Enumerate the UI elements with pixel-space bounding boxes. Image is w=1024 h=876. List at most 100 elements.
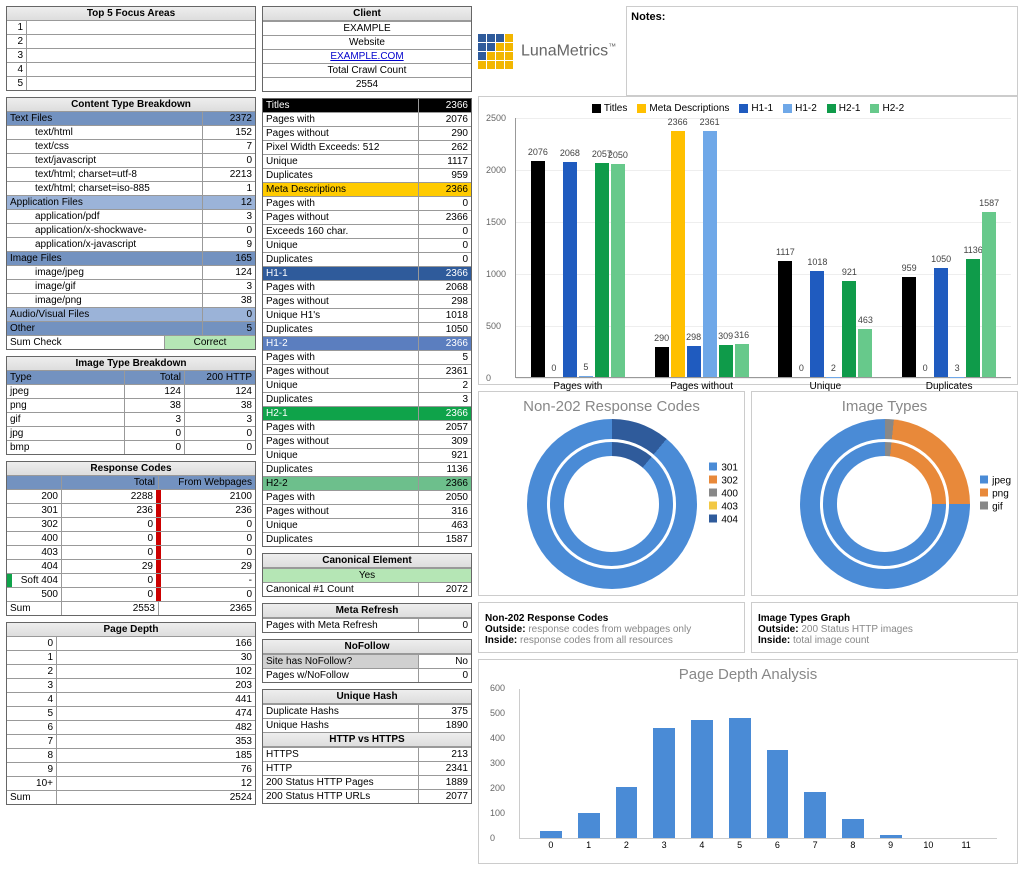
bar-group: 95901050311361587Duplicates bbox=[887, 118, 1011, 377]
donut-img-caption: Image Types Graph Outside: 200 Status HT… bbox=[751, 602, 1018, 653]
depth-level: 4 bbox=[7, 693, 57, 706]
imgtype-row: bmp bbox=[7, 441, 125, 454]
content-subheader: Audio/Visual Files bbox=[7, 308, 203, 321]
donut-img-panel: Image Types jpegpnggif bbox=[751, 391, 1018, 596]
depth-bar: 2 bbox=[616, 787, 638, 838]
http-label: HTTP bbox=[263, 762, 419, 775]
section-row: Pages with bbox=[263, 113, 419, 126]
content-item-val: 0 bbox=[203, 224, 255, 237]
depth-bar: 7 bbox=[804, 792, 826, 838]
content-subheader: Image Files bbox=[7, 252, 203, 265]
section-row: Pages with bbox=[263, 491, 419, 504]
legend-item: 404 bbox=[709, 514, 738, 525]
imgtype-row: gif bbox=[7, 413, 125, 426]
bar: 298 bbox=[687, 346, 701, 377]
canonical-value: 2072 bbox=[419, 583, 471, 596]
bar: 2366 bbox=[671, 131, 685, 377]
hash-dup-value: 375 bbox=[419, 705, 471, 718]
image-type-breakdown: Image Type Breakdown TypeTotal200 HTTPjp… bbox=[6, 356, 256, 455]
section-title: Titles bbox=[263, 99, 419, 112]
section-row: Pages without bbox=[263, 295, 419, 308]
legend-item: png bbox=[980, 488, 1011, 499]
focus-row-cell[interactable] bbox=[27, 77, 255, 90]
section-row: Pages without bbox=[263, 211, 419, 224]
focus-row-num: 2 bbox=[7, 35, 27, 48]
metarefresh-header: Meta Refresh bbox=[263, 604, 471, 618]
content-item: image/jpeg bbox=[7, 266, 203, 279]
bar-group: 207602068520572050Pages with bbox=[516, 118, 640, 377]
lunametrics-logo: LunaMetrics™ bbox=[478, 12, 616, 90]
donut-resp-title: Non-202 Response Codes bbox=[485, 398, 738, 415]
notes-label: Notes: bbox=[631, 11, 665, 23]
hash-block: Unique Hash Duplicate Hashs375 Unique Ha… bbox=[262, 689, 472, 804]
section-row: Pages without bbox=[263, 505, 419, 518]
notes-box[interactable]: Notes: bbox=[626, 6, 1018, 96]
legend-item: gif bbox=[980, 501, 1011, 512]
depth-level: 6 bbox=[7, 721, 57, 734]
bar: 1018 bbox=[810, 271, 824, 377]
bar-group: 29023662982361309316Pages without bbox=[640, 118, 764, 377]
depth-chart: 010020030040050060001234567891011 bbox=[519, 689, 997, 839]
nofollow-site-value: No bbox=[419, 655, 471, 668]
client-block: Client EXAMPLE Website EXAMPLE.COM Total… bbox=[262, 6, 472, 92]
depth-level: 10+ bbox=[7, 777, 57, 790]
section-row: Duplicates bbox=[263, 253, 419, 266]
depth-bar: 9 bbox=[880, 835, 902, 838]
imgtype-row: jpeg bbox=[7, 385, 125, 398]
bar: 463 bbox=[858, 329, 872, 377]
section-row: Pages without bbox=[263, 127, 419, 140]
content-item: application/x-javascript bbox=[7, 238, 203, 251]
section-title: H2-1 bbox=[263, 407, 419, 420]
section-row: Unique bbox=[263, 519, 419, 532]
depth-bar: 4 bbox=[691, 720, 713, 839]
hash-header: Unique Hash bbox=[263, 690, 471, 704]
focus-row-num: 4 bbox=[7, 63, 27, 76]
col-middle: Client EXAMPLE Website EXAMPLE.COM Total… bbox=[262, 6, 472, 870]
focus-row-cell[interactable] bbox=[27, 63, 255, 76]
nofollow-pages-label: Pages w/NoFollow bbox=[263, 669, 419, 682]
section-row: Unique bbox=[263, 379, 419, 392]
bar-group: 1117010182921463Unique bbox=[764, 118, 888, 377]
focus-row-cell[interactable] bbox=[27, 35, 255, 48]
section-row: Unique bbox=[263, 155, 419, 168]
content-subheader: Application Files bbox=[7, 196, 203, 209]
focus-row-num: 3 bbox=[7, 49, 27, 62]
depth-level: 5 bbox=[7, 707, 57, 720]
canonical-yes: Yes bbox=[263, 569, 471, 582]
content-header: Content Type Breakdown bbox=[7, 98, 255, 112]
section-title: Meta Descriptions bbox=[263, 183, 419, 196]
content-item-val: 0 bbox=[203, 154, 255, 167]
p200-label: 200 Status HTTP Pages bbox=[263, 776, 419, 789]
bar: 309 bbox=[719, 345, 733, 377]
section-row: Pixel Width Exceeds: 512 bbox=[263, 141, 419, 154]
client-name: EXAMPLE bbox=[263, 22, 471, 35]
depth-chart-title: Page Depth Analysis bbox=[485, 666, 1011, 683]
col-left: Top 5 Focus Areas 12345 Content Type Bre… bbox=[6, 6, 256, 870]
depth-bar: 8 bbox=[842, 819, 864, 838]
bar-chart-legend: TitlesMeta DescriptionsH1-1H1-2H2-1H2-2 bbox=[485, 103, 1011, 114]
content-subheader: Other bbox=[7, 322, 203, 335]
donut-resp-caption: Non-202 Response Codes Outside: response… bbox=[478, 602, 745, 653]
depth-level: 1 bbox=[7, 651, 57, 664]
content-item: text/html; charset=utf-8 bbox=[7, 168, 203, 181]
focus-row-cell[interactable] bbox=[27, 21, 255, 34]
resp-code: 403 bbox=[7, 546, 62, 559]
donut-img-title: Image Types bbox=[758, 398, 1011, 415]
section-row: Pages with bbox=[263, 351, 419, 364]
depth-chart-panel: Page Depth Analysis 01002003004005006000… bbox=[478, 659, 1018, 864]
page-depth: Page Depth 01661302102320344415474648273… bbox=[6, 622, 256, 805]
content-subheader-val: 5 bbox=[203, 322, 255, 335]
content-item: image/png bbox=[7, 294, 203, 307]
resp-header: Response Codes bbox=[7, 462, 255, 476]
https-value: 213 bbox=[419, 748, 471, 761]
p200-value: 1889 bbox=[419, 776, 471, 789]
legend-item: H1-1 bbox=[739, 103, 773, 114]
metarefresh-block: Meta Refresh Pages with Meta Refresh0 bbox=[262, 603, 472, 633]
canonical-header: Canonical Element bbox=[263, 554, 471, 568]
focus-row-num: 1 bbox=[7, 21, 27, 34]
bar: 959 bbox=[902, 277, 916, 377]
bar: 1050 bbox=[934, 268, 948, 377]
legend-item: 302 bbox=[709, 475, 738, 486]
focus-row-cell[interactable] bbox=[27, 49, 255, 62]
client-website-link[interactable]: EXAMPLE.COM bbox=[263, 50, 471, 63]
